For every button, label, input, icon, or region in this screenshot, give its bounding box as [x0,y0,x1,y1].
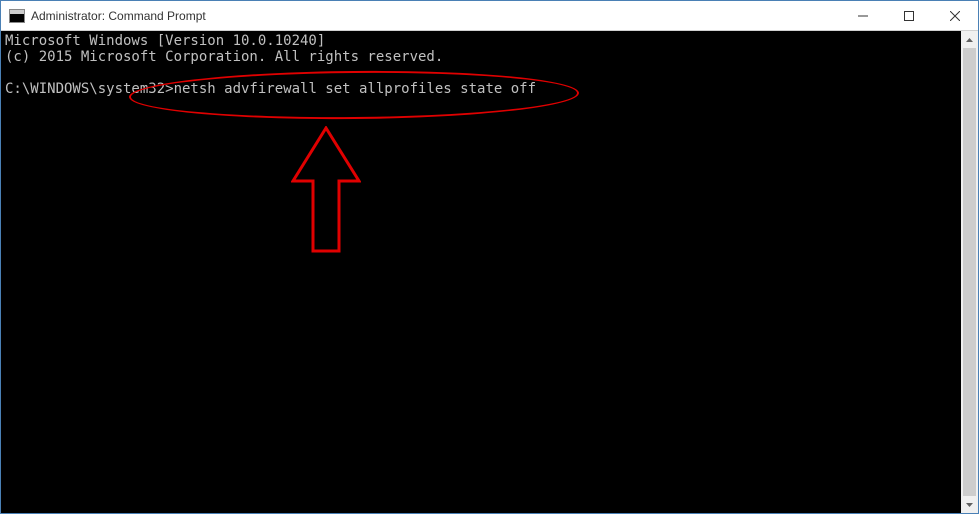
vertical-scrollbar[interactable] [961,31,978,513]
console-output[interactable]: Microsoft Windows [Version 10.0.10240] (… [1,31,961,513]
client-area: Microsoft Windows [Version 10.0.10240] (… [1,31,978,513]
minimize-icon [858,11,868,21]
scroll-down-button[interactable] [961,496,978,513]
close-icon [950,11,960,21]
scroll-track[interactable] [961,48,978,496]
scroll-up-button[interactable] [961,31,978,48]
cmd-icon [9,9,25,23]
maximize-icon [904,11,914,21]
console-line: (c) 2015 Microsoft Corporation. All righ… [5,49,443,65]
console-line: Microsoft Windows [Version 10.0.10240] [5,33,325,49]
window-title: Administrator: Command Prompt [31,9,206,23]
minimize-button[interactable] [840,1,886,30]
arrow-up-icon [291,126,361,256]
console-command: netsh advfirewall set allprofiles state … [174,81,536,97]
console-prompt: C:\WINDOWS\system32> [5,81,174,97]
command-prompt-window: Administrator: Command Prompt Microsoft … [0,0,979,514]
scroll-thumb[interactable] [963,48,976,496]
chevron-down-icon [966,503,973,507]
titlebar[interactable]: Administrator: Command Prompt [1,1,978,31]
chevron-up-icon [966,38,973,42]
window-controls [840,1,978,30]
maximize-button[interactable] [886,1,932,30]
close-button[interactable] [932,1,978,30]
